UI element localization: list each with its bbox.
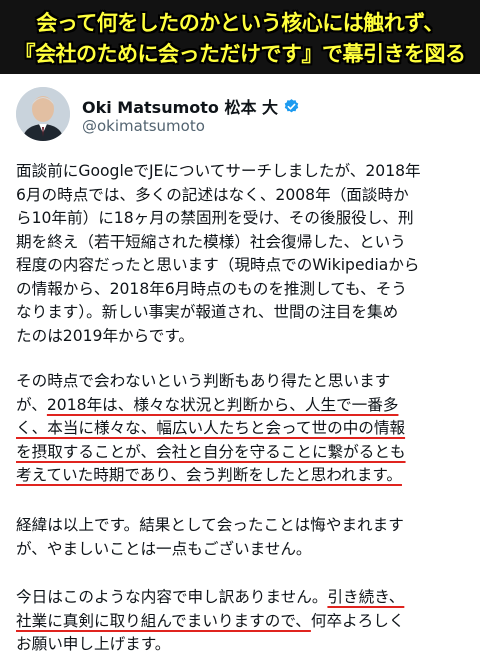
caption-line-2: 『会社のために会っただけです』で幕引きを図る xyxy=(14,42,467,66)
author-name[interactable]: Oki Matsumoto 松本 大 xyxy=(82,94,278,118)
underlined-text: 考えていた時期であり、会う判断をしたと思われます。 xyxy=(16,466,402,484)
author-name-row[interactable]: Oki Matsumoto 松本 大 xyxy=(82,94,300,118)
text-line: が、2018年は、様々な状況と判断から、人生で一番多 xyxy=(16,394,468,418)
text-line: たのは2019年からです。 xyxy=(16,326,195,345)
caption-line-1: 会って何をしたのかという核心には触れず、 xyxy=(36,11,444,35)
text-line: 面談前にGoogleでJEについてサーチしましたが、2018年 xyxy=(16,162,421,180)
underlined-text: く、本当に様々な、幅広い人たちと会って世の中の情報 xyxy=(16,419,406,437)
tweet-paragraph-1: 面談前にGoogleでJEについてサーチしましたが、2018年 6月の時点では、… xyxy=(16,160,468,348)
underlined-text: を摂取することが、会社と自分を守ることに繋がるとも xyxy=(16,442,406,461)
text-line: お願い申し上げます。 xyxy=(16,635,171,653)
text-line: 今日はこのような内容で申し訳ありません。引き続き、 xyxy=(16,586,468,610)
underlined-text: 引き続き、 xyxy=(327,588,405,606)
tweet-paragraph-3: 経緯は以上です。結果として会ったことは悔やまれます が、やましいことは一点もござ… xyxy=(16,514,468,561)
avatar[interactable] xyxy=(16,87,70,141)
verified-badge-icon xyxy=(284,98,299,112)
text-segment: が、 xyxy=(16,395,47,414)
text-line: 経緯は以上です。結果として会ったことは悔やまれます xyxy=(16,516,404,534)
underlined-text: 2018年は、様々な状況と判断から、人生で一番多 xyxy=(46,395,399,414)
text-line: ら10年前）に18ヶ月の禁固刑を受け、その後服役し、刑 xyxy=(16,209,414,227)
text-line: 社業に真剣に取り組んでまいりますので、何卒よろしく xyxy=(16,610,468,634)
text-line: の情報から、2018年6月時点のものを推測しても、そう xyxy=(16,279,407,298)
text-line: 程度の内容だったと思います（現時点でのWikipediaから xyxy=(16,256,420,274)
text-line: が、やましいことは一点もございません。 xyxy=(16,539,312,558)
caption-banner: 会って何をしたのかという核心には触れず、 『会社のために会っただけです』で幕引き… xyxy=(0,0,480,74)
text-line: なります）。新しい事実が報道され、世間の注目を集め xyxy=(16,303,399,321)
tweet-paragraph-4: 今日はこのような内容で申し訳ありません。引き続き、 社業に真剣に取り組んでまいり… xyxy=(16,586,468,657)
text-line: 6月の時点では、多くの記述はなく、2008年（面談時か xyxy=(16,185,409,204)
tweet-paragraph-2: その時点で会わないという判断もあり得たと思います が、2018年は、様々な状況と… xyxy=(16,370,468,488)
text-line: その時点で会わないという判断もあり得たと思います xyxy=(16,372,391,390)
text-segment: 何卒よろしく xyxy=(310,611,405,630)
text-line: 期を終え（若干短縮された模様）社会復帰した、という xyxy=(16,232,406,251)
avatar-portrait xyxy=(16,87,70,141)
text-segment: 今日はこのような内容で申し訳ありません。 xyxy=(16,588,328,606)
underlined-text: 社業に真剣に取り組んでまいりますので、 xyxy=(16,611,311,630)
author-handle[interactable]: @okimatsumoto xyxy=(82,117,205,135)
